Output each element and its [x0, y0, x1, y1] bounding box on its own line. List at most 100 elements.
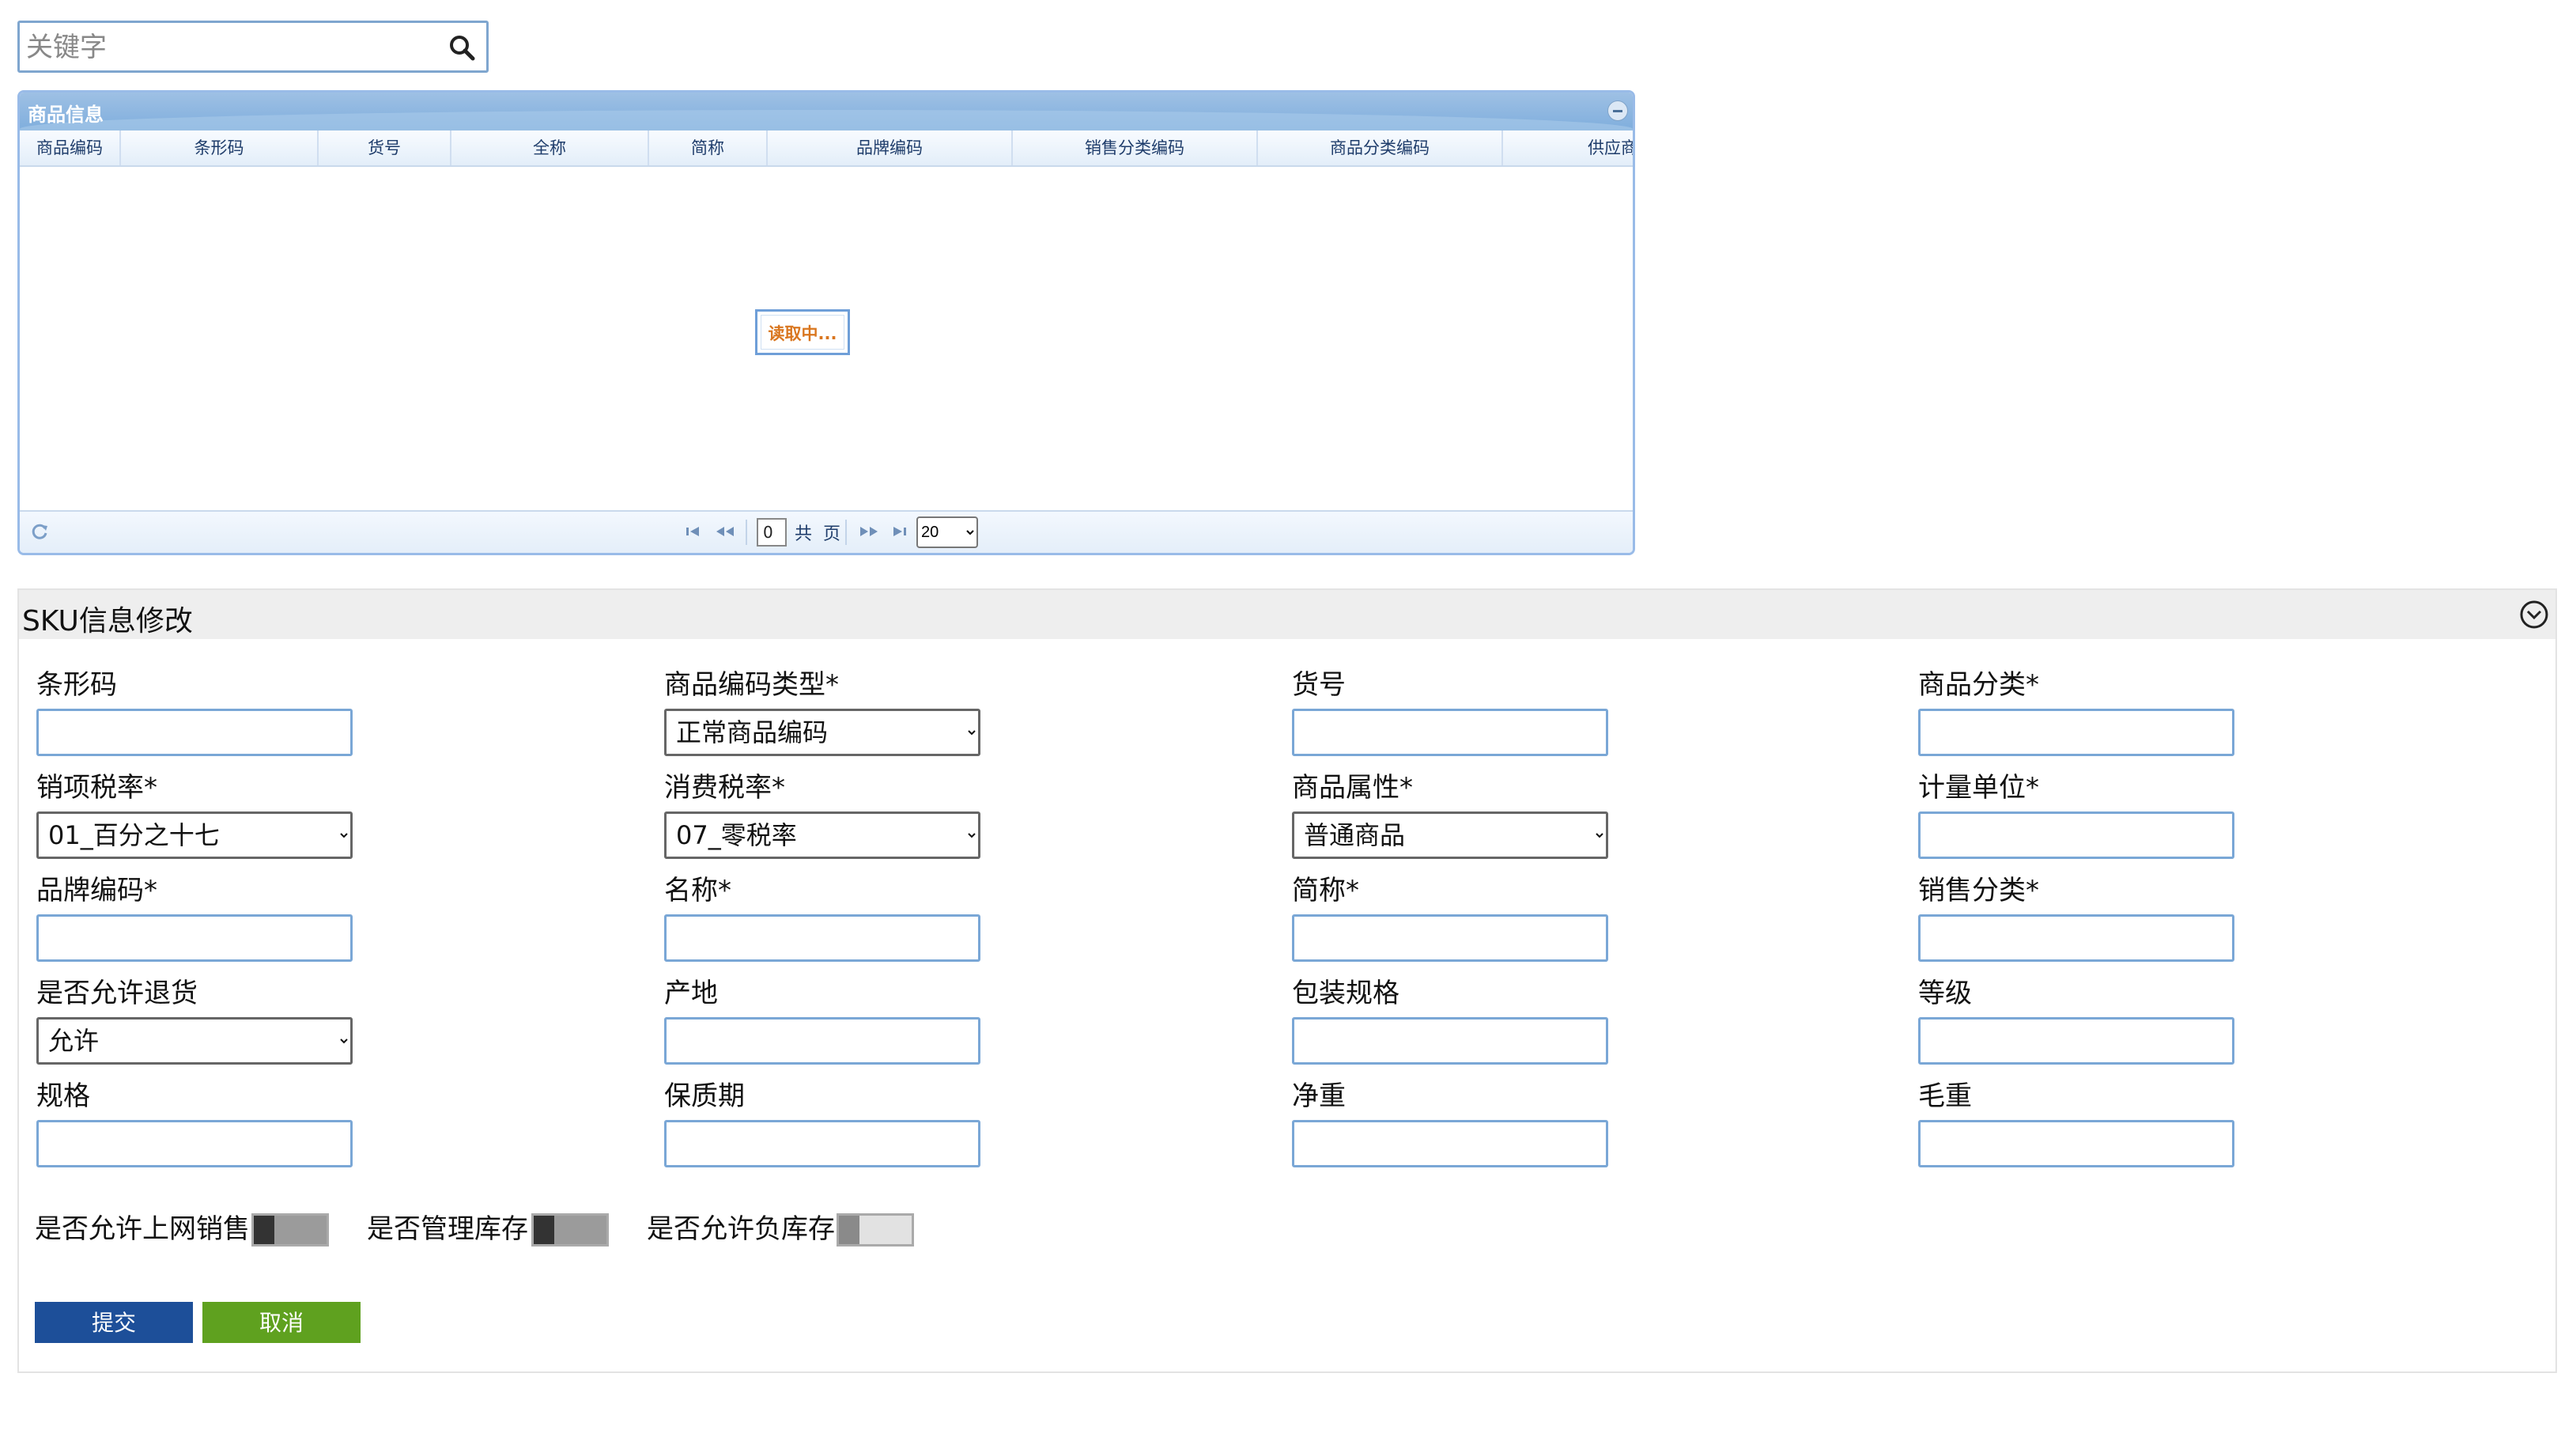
shelf-life-input[interactable] — [664, 1120, 980, 1167]
field-label: 品牌编码* — [36, 875, 157, 906]
sales-category-input[interactable] — [1918, 914, 2234, 962]
grade-input[interactable] — [1918, 1017, 2234, 1065]
field-label: 净重 — [1292, 1080, 1346, 1112]
section-header: SKU信息修改 — [19, 590, 2555, 639]
pager: 0 共 页 20 — [20, 510, 1633, 553]
section-title: SKU信息修改 — [22, 605, 193, 637]
search-icon[interactable] — [448, 34, 475, 61]
column-header[interactable]: 简称 — [649, 131, 768, 165]
consumption-tax-select[interactable]: 07_零税率 — [664, 811, 980, 859]
field-brand-code: 品牌编码* — [36, 872, 432, 962]
net-weight-input[interactable] — [1292, 1120, 1608, 1167]
barcode-input[interactable] — [36, 709, 353, 756]
search-box — [17, 21, 489, 73]
column-header-row: 商品编码 条形码 货号 全称 简称 品牌编码 销售分类编码 商品分类编码 供应商 — [20, 131, 1633, 167]
column-header[interactable]: 货号 — [319, 131, 451, 165]
collapse-icon[interactable] — [1607, 100, 1628, 121]
column-header[interactable]: 供应商 — [1503, 131, 1633, 165]
column-header[interactable]: 全称 — [451, 131, 649, 165]
field-label: 销项税率* — [36, 772, 157, 804]
pager-total-suffix: 页 — [823, 524, 841, 544]
toggle-label: 是否管理库存 — [367, 1213, 528, 1245]
last-page-icon[interactable] — [890, 523, 908, 540]
field-spec: 规格 — [36, 1077, 432, 1167]
manage-stock-toggle[interactable] — [531, 1213, 609, 1247]
sku-edit-section: SKU信息修改 条形码 商品编码类型* 正常商品编码 货号 商品分类* 销项税率… — [17, 588, 2557, 1373]
field-label: 保质期 — [664, 1080, 745, 1112]
loading-indicator: 读取中... — [755, 309, 850, 355]
code-type-select[interactable]: 正常商品编码 — [664, 709, 980, 756]
field-attribute: 商品属性* 普通商品 — [1292, 769, 1687, 859]
field-output-tax: 销项税率* 01_百分之十七 — [36, 769, 432, 859]
field-consumption-tax: 消费税率* 07_零税率 — [664, 769, 1059, 859]
first-page-icon[interactable] — [684, 523, 703, 540]
product-grid-panel: 商品信息 商品编码 条形码 货号 全称 简称 品牌编码 销售分类编码 商品分类编… — [17, 90, 1635, 555]
attribute-select[interactable]: 普通商品 — [1292, 811, 1608, 859]
category-input[interactable] — [1918, 709, 2234, 756]
field-label: 简称* — [1292, 875, 1359, 906]
field-label: 名称* — [664, 875, 731, 906]
field-returnable: 是否允许退货 允许 — [36, 974, 432, 1065]
column-header[interactable]: 销售分类编码 — [1013, 131, 1258, 165]
column-header[interactable]: 商品分类编码 — [1258, 131, 1503, 165]
prev-page-icon[interactable] — [714, 523, 736, 540]
column-header[interactable]: 商品编码 — [20, 131, 121, 165]
column-header[interactable]: 品牌编码 — [768, 131, 1013, 165]
cancel-button[interactable]: 取消 — [202, 1302, 361, 1343]
item-no-input[interactable] — [1292, 709, 1608, 756]
field-item-no: 货号 — [1292, 666, 1687, 756]
toggle-label: 是否允许上网销售 — [35, 1213, 250, 1245]
field-label: 包装规格 — [1292, 978, 1399, 1009]
refresh-icon[interactable] — [29, 521, 50, 542]
field-shelf-life: 保质期 — [664, 1077, 1059, 1167]
field-origin: 产地 — [664, 974, 1059, 1065]
field-label: 毛重 — [1918, 1080, 1972, 1112]
negative-stock-toggle[interactable] — [837, 1213, 914, 1247]
page-size-select[interactable]: 20 — [916, 516, 978, 548]
field-short-name: 简称* — [1292, 872, 1687, 962]
pager-total-prefix: 共 — [795, 524, 813, 544]
field-label: 计量单位* — [1918, 772, 2039, 804]
field-label: 商品分类* — [1918, 669, 2039, 701]
field-label: 销售分类* — [1918, 875, 2039, 906]
field-grade: 等级 — [1918, 974, 2313, 1065]
field-label: 是否允许退货 — [36, 978, 198, 1009]
unit-input[interactable] — [1918, 811, 2234, 859]
origin-input[interactable] — [664, 1017, 980, 1065]
chevron-down-icon[interactable] — [2519, 600, 2549, 630]
field-name: 名称* — [664, 872, 1059, 962]
short-name-input[interactable] — [1292, 914, 1608, 962]
page-number-input[interactable]: 0 — [757, 518, 787, 547]
spec-input[interactable] — [36, 1120, 353, 1167]
search-input[interactable] — [25, 26, 439, 69]
returnable-select[interactable]: 允许 — [36, 1017, 353, 1065]
field-code-type: 商品编码类型* 正常商品编码 — [664, 666, 1059, 756]
brand-code-input[interactable] — [36, 914, 353, 962]
package-spec-input[interactable] — [1292, 1017, 1608, 1065]
field-label: 商品编码类型* — [664, 669, 839, 701]
field-label: 消费税率* — [664, 772, 785, 804]
field-package-spec: 包装规格 — [1292, 974, 1687, 1065]
toggle-label: 是否允许负库存 — [647, 1213, 835, 1245]
field-sales-category: 销售分类* — [1918, 872, 2313, 962]
gross-weight-input[interactable] — [1918, 1120, 2234, 1167]
grid-title: 商品信息 — [28, 104, 104, 126]
field-label: 货号 — [1292, 669, 1346, 701]
field-net-weight: 净重 — [1292, 1077, 1687, 1167]
field-label: 规格 — [36, 1080, 90, 1112]
field-gross-weight: 毛重 — [1918, 1077, 2313, 1167]
field-barcode: 条形码 — [36, 666, 432, 756]
submit-button[interactable]: 提交 — [35, 1302, 193, 1343]
column-header[interactable]: 条形码 — [121, 131, 319, 165]
field-label: 商品属性* — [1292, 772, 1413, 804]
next-page-icon[interactable] — [858, 523, 880, 540]
field-label: 条形码 — [36, 669, 117, 701]
field-unit: 计量单位* — [1918, 769, 2313, 859]
field-label: 等级 — [1918, 978, 1972, 1009]
grid-header: 商品信息 — [20, 93, 1633, 131]
output-tax-select[interactable]: 01_百分之十七 — [36, 811, 353, 859]
name-input[interactable] — [664, 914, 980, 962]
online-sale-toggle[interactable] — [251, 1213, 329, 1247]
field-label: 产地 — [664, 978, 718, 1009]
loading-text: 读取中... — [761, 315, 844, 350]
